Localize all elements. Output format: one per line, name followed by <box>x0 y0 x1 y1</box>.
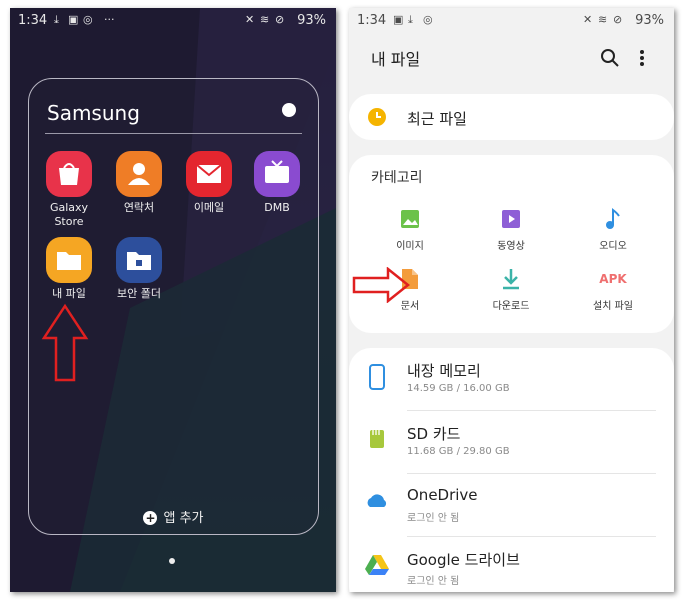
storage-internal[interactable]: 내장 메모리 14.59 GB / 16.00 GB <box>349 348 674 410</box>
storage-status: 로그인 안 됨 <box>407 513 460 524</box>
samsung-folder: Samsung Galaxy Store 연락처 이메일 DMB 내 파일 보안… <box>28 78 319 535</box>
recent-files-item[interactable]: 최근 파일 <box>349 94 674 140</box>
clock-icon <box>368 108 386 126</box>
app-email[interactable]: 이메일 <box>174 151 244 215</box>
image-status-icon: ▣ <box>68 13 79 26</box>
status-time: 1:34 <box>357 13 387 28</box>
add-app-button[interactable]: + 앱 추가 <box>29 507 318 526</box>
battery-level: 93% <box>297 13 326 28</box>
app-secure-folder[interactable]: 보안 폴더 <box>104 237 174 301</box>
storage-usage: 14.59 GB / 16.00 GB <box>407 383 510 394</box>
more-options-icon[interactable] <box>639 48 645 68</box>
storage-usage: 11.68 GB / 29.80 GB <box>407 446 510 457</box>
app-label: DMB <box>264 201 290 214</box>
page-indicator <box>169 558 175 564</box>
folder-divider <box>45 133 302 134</box>
app-dmb[interactable]: DMB <box>242 151 312 215</box>
category-title: 카테고리 <box>371 170 423 186</box>
block-icon: ⊘ <box>275 13 285 26</box>
audio-icon <box>578 207 648 231</box>
galaxy-store-icon <box>46 151 92 197</box>
category-label: 다운로드 <box>492 301 530 312</box>
storage-status: 로그인 안 됨 <box>407 576 460 587</box>
contacts-icon <box>116 151 162 197</box>
mute-icon: ✕ <box>583 13 593 26</box>
search-icon[interactable] <box>600 48 620 68</box>
battery-level: 93% <box>635 13 664 28</box>
app-contacts[interactable]: 연락처 <box>104 151 174 215</box>
more-status-icon: ··· <box>104 13 115 26</box>
page-title: 내 파일 <box>371 50 421 69</box>
secure-folder-icon <box>116 237 162 283</box>
status-bar: 1:34 ⤓ ▣ ◎ ··· ✕ ≋ ⊘ 93% <box>10 8 336 34</box>
wifi-icon: ≋ <box>598 13 608 26</box>
app-label: 내 파일 <box>52 287 86 300</box>
category-image[interactable]: 이미지 <box>375 207 445 252</box>
status-time: 1:34 <box>18 13 48 28</box>
storage-google-drive[interactable]: Google 드라이브 로그인 안 됨 <box>349 537 674 592</box>
app-label: 보안 폴더 <box>117 287 161 300</box>
category-label: 동영상 <box>497 241 525 252</box>
image-icon <box>375 207 445 231</box>
folder-color-button[interactable] <box>282 103 296 117</box>
red-right-arrow-annotation <box>352 267 410 303</box>
google-drive-icon <box>365 555 389 575</box>
storage-card: 내장 메모리 14.59 GB / 16.00 GB SD 카드 11.68 G… <box>349 348 674 592</box>
storage-name: OneDrive <box>407 486 478 504</box>
storage-onedrive[interactable]: OneDrive 로그인 안 됨 <box>349 474 674 536</box>
image-status-icon: ▣ <box>393 13 404 26</box>
app-bar: 내 파일 <box>349 34 674 84</box>
storage-name: Google 드라이브 <box>407 551 520 569</box>
category-card: 카테고리 이미지 동영상 오디오 문서 다운로드 APK 설치 파일 <box>349 155 674 333</box>
mute-icon: ✕ <box>245 13 255 26</box>
category-label: 오디오 <box>599 241 627 252</box>
block-icon: ⊘ <box>613 13 623 26</box>
app-galaxy-store[interactable]: Galaxy Store <box>34 151 104 229</box>
apk-icon: APK <box>599 272 627 286</box>
my-files-panel: 1:34 ▣ ⤓ ◎ ✕ ≋ ⊘ 93% 내 파일 최근 파일 카테고리 이미지 <box>349 8 674 592</box>
home-screen-panel: 1:34 ⤓ ▣ ◎ ··· ✕ ≋ ⊘ 93% Samsung Galaxy … <box>10 8 336 592</box>
dmb-tv-icon <box>254 151 300 197</box>
wifi-icon: ≋ <box>260 13 270 26</box>
category-downloads[interactable]: 다운로드 <box>476 267 546 312</box>
storage-name: SD 카드 <box>407 425 461 443</box>
category-label: 설치 파일 <box>593 301 633 312</box>
category-label: 이미지 <box>396 241 424 252</box>
my-files-icon <box>46 237 92 283</box>
category-installation-files[interactable]: APK 설치 파일 <box>578 267 648 312</box>
sd-card-icon <box>370 430 384 448</box>
recent-files-label: 최근 파일 <box>407 110 467 128</box>
check-status-icon: ◎ <box>423 13 433 26</box>
download-status-icon: ⤓ <box>54 13 59 26</box>
phone-icon <box>369 364 385 390</box>
storage-sd-card[interactable]: SD 카드 11.68 GB / 29.80 GB <box>349 411 674 473</box>
download-status-icon: ⤓ <box>408 13 413 26</box>
red-up-arrow-annotation <box>41 303 89 382</box>
email-icon <box>186 151 232 197</box>
app-label: 이메일 <box>193 201 225 214</box>
category-video[interactable]: 동영상 <box>476 207 546 252</box>
folder-title: Samsung <box>47 101 140 125</box>
category-audio[interactable]: 오디오 <box>578 207 648 252</box>
download-icon <box>476 267 546 291</box>
app-label: Galaxy Store <box>49 201 89 228</box>
storage-name: 내장 메모리 <box>407 362 481 380</box>
cloud-icon <box>367 494 387 507</box>
plus-icon: + <box>143 511 158 525</box>
check-status-icon: ◎ <box>83 13 93 26</box>
status-bar: 1:34 ▣ ⤓ ◎ ✕ ≋ ⊘ 93% <box>349 8 674 34</box>
video-icon <box>476 207 546 231</box>
app-my-files[interactable]: 내 파일 <box>34 237 104 301</box>
add-app-label: 앱 추가 <box>163 511 204 526</box>
app-label: 연락처 <box>123 201 155 214</box>
